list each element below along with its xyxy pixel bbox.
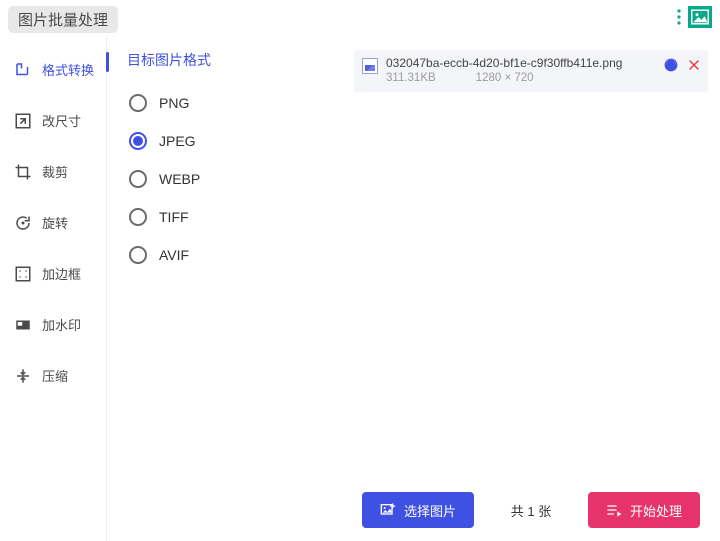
sidebar-item-label: 改尺寸: [42, 111, 81, 130]
radio-icon: [129, 132, 147, 150]
sidebar-item-format[interactable]: 格式转换: [0, 50, 106, 89]
radio-icon: [129, 94, 147, 112]
options-panel: 目标图片格式 PNG JPEG WEBP TIFF AVIF: [106, 36, 342, 541]
header: 图片批量处理: [0, 0, 720, 36]
watermark-icon: [14, 316, 32, 334]
sidebar-item-border[interactable]: 加边框: [0, 254, 106, 293]
format-icon: [14, 61, 32, 79]
file-actions: [664, 58, 700, 72]
sidebar-item-crop[interactable]: 裁剪: [0, 152, 106, 191]
remove-icon[interactable]: [688, 59, 700, 71]
sidebar: 格式转换 改尺寸 裁剪 旋转 加边框: [0, 36, 106, 541]
file-panel: 032047ba-eccb-4d20-bf1e-c9f30ffb411e.png…: [342, 36, 720, 541]
sidebar-item-label: 加水印: [42, 315, 81, 334]
sidebar-item-label: 旋转: [42, 213, 68, 232]
select-images-button[interactable]: 选择图片: [362, 492, 474, 528]
border-icon: [14, 265, 32, 283]
header-actions: [676, 6, 712, 28]
start-process-button[interactable]: 开始处理: [588, 492, 700, 528]
sidebar-item-label: 压缩: [42, 366, 68, 385]
crop-icon: [14, 163, 32, 181]
file-row[interactable]: 032047ba-eccb-4d20-bf1e-c9f30ffb411e.png…: [354, 50, 708, 92]
format-option-label: WEBP: [159, 171, 200, 187]
main: 格式转换 改尺寸 裁剪 旋转 加边框: [0, 36, 720, 541]
preview-icon[interactable]: [664, 58, 678, 72]
button-label: 选择图片: [404, 501, 456, 520]
file-info: 032047ba-eccb-4d20-bf1e-c9f30ffb411e.png…: [386, 56, 656, 84]
radio-icon: [129, 208, 147, 226]
file-list: 032047ba-eccb-4d20-bf1e-c9f30ffb411e.png…: [354, 50, 708, 489]
format-option-tiff[interactable]: TIFF: [123, 198, 324, 236]
format-option-label: TIFF: [159, 209, 189, 225]
more-icon[interactable]: [676, 8, 682, 26]
sidebar-item-compress[interactable]: 压缩: [0, 356, 106, 395]
file-dimensions: 1280 × 720: [476, 72, 534, 84]
compress-icon: [14, 367, 32, 385]
options-title: 目标图片格式: [123, 50, 324, 70]
app-title: 图片批量处理: [8, 6, 118, 33]
rotate-icon: [14, 214, 32, 232]
file-size: 311.31KB: [386, 72, 436, 84]
file-name: 032047ba-eccb-4d20-bf1e-c9f30ffb411e.png: [386, 56, 656, 70]
format-option-webp[interactable]: WEBP: [123, 160, 324, 198]
radio-icon: [129, 170, 147, 188]
image-icon[interactable]: [688, 6, 712, 28]
sidebar-item-label: 格式转换: [42, 60, 94, 79]
format-option-avif[interactable]: AVIF: [123, 236, 324, 274]
sidebar-item-resize[interactable]: 改尺寸: [0, 101, 106, 140]
format-option-label: JPEG: [159, 133, 196, 149]
sidebar-item-label: 裁剪: [42, 162, 68, 181]
file-thumb-icon: [362, 58, 378, 74]
bottom-bar: 选择图片 共 1 张 开始处理: [354, 489, 708, 541]
sidebar-item-label: 加边框: [42, 264, 81, 283]
file-count: 共 1 张: [486, 501, 576, 520]
format-option-label: PNG: [159, 95, 189, 111]
sidebar-item-watermark[interactable]: 加水印: [0, 305, 106, 344]
radio-icon: [129, 246, 147, 264]
play-list-icon: [606, 502, 622, 518]
add-image-icon: [380, 502, 396, 518]
sidebar-item-rotate[interactable]: 旋转: [0, 203, 106, 242]
button-label: 开始处理: [630, 501, 682, 520]
format-option-png[interactable]: PNG: [123, 84, 324, 122]
resize-icon: [14, 112, 32, 130]
file-meta: 311.31KB 1280 × 720: [386, 72, 656, 84]
format-option-jpeg[interactable]: JPEG: [123, 122, 324, 160]
format-option-label: AVIF: [159, 247, 189, 263]
